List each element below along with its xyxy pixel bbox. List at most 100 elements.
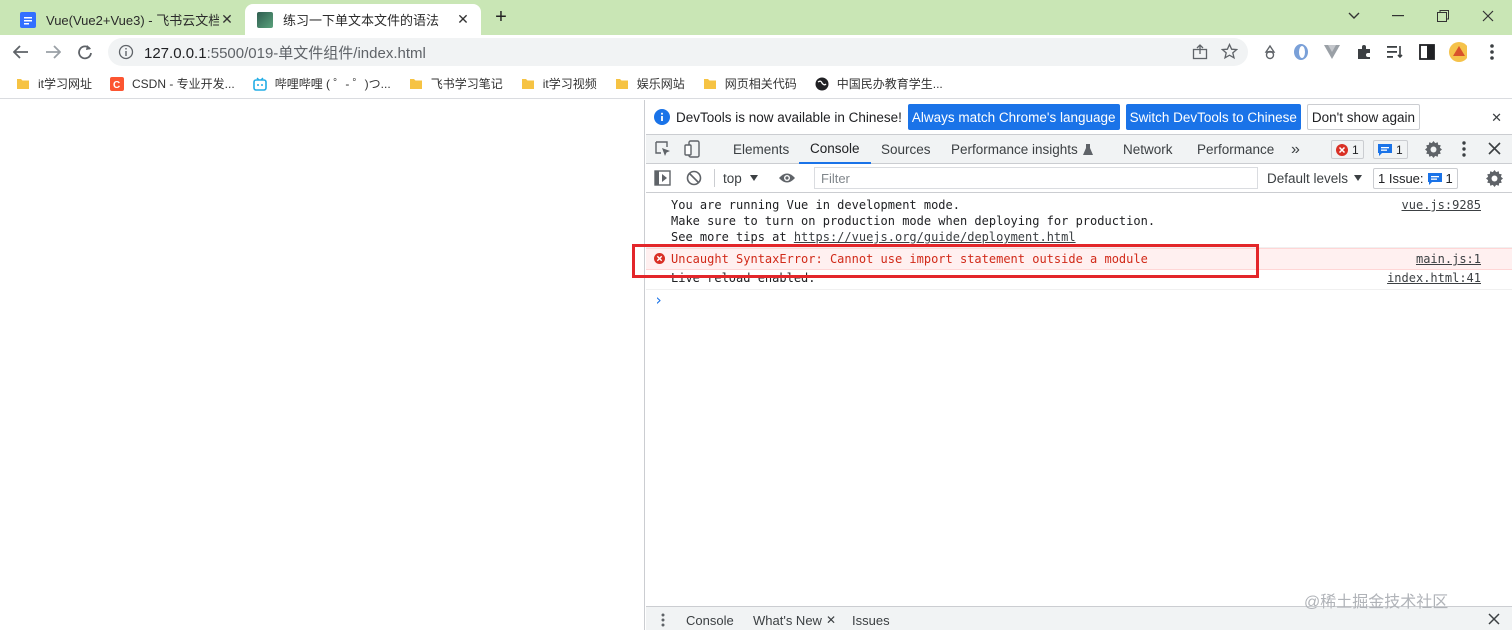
- folder-icon: [521, 78, 534, 89]
- new-tab-button[interactable]: +: [490, 7, 512, 28]
- reading-list-icon[interactable]: [1386, 43, 1404, 61]
- live-expression-eye-icon[interactable]: [778, 172, 796, 184]
- share-icon[interactable]: [1192, 44, 1208, 60]
- close-devtools-icon[interactable]: [1488, 142, 1501, 155]
- tab-title: 练习一下单文本文件的语法: [283, 13, 440, 28]
- folder-icon: [409, 78, 422, 89]
- tab-title: Vue(Vue2+Vue3) - 飞书云文档: [46, 13, 219, 28]
- close-tab-icon[interactable]: ✕: [219, 11, 235, 28]
- language-infobar: DevTools is now available in Chinese! Al…: [646, 100, 1512, 135]
- devtools-menu-icon[interactable]: [1462, 141, 1466, 157]
- tab-search-chevron-icon[interactable]: [1342, 6, 1366, 26]
- settings-gear-icon[interactable]: [1425, 141, 1442, 158]
- error-message: Uncaught SyntaxError: Cannot use import …: [671, 252, 1148, 266]
- tab-current-page[interactable]: 练习一下单文本文件的语法 ✕: [245, 4, 481, 35]
- bookmark-label: it学习视频: [542, 77, 597, 91]
- error-icon: [654, 253, 665, 264]
- issues-badge[interactable]: 1 Issue: 1: [1373, 168, 1458, 189]
- tab-sources[interactable]: Sources: [881, 135, 931, 164]
- back-button[interactable]: [10, 41, 32, 63]
- chrome-menu-icon[interactable]: [1483, 43, 1501, 61]
- toggle-sidebar-icon[interactable]: [654, 170, 671, 186]
- console-error-row: Uncaught SyntaxError: Cannot use import …: [646, 248, 1512, 270]
- clear-console-icon[interactable]: [686, 170, 702, 186]
- message-icon: [1378, 143, 1392, 156]
- tab-label: Performance insights: [951, 142, 1078, 157]
- bookmark-label: 网页相关代码: [724, 77, 797, 91]
- close-window-icon[interactable]: [1476, 6, 1500, 26]
- bookmark-label: it学习网址: [38, 77, 93, 91]
- tab-console[interactable]: Console: [799, 135, 871, 164]
- bookmark-label: 中国民办教育学生...: [836, 77, 943, 91]
- bookmark-entertainment[interactable]: 娱乐网站: [615, 75, 685, 92]
- drawer-tab-issues[interactable]: Issues: [852, 609, 890, 631]
- context-selector[interactable]: top: [723, 168, 758, 188]
- dropdown-arrow-icon: [749, 175, 758, 181]
- page-viewport: [0, 100, 645, 630]
- extensions-puzzle-icon[interactable]: [1355, 43, 1373, 61]
- device-toolbar-icon[interactable]: [684, 140, 700, 158]
- site-info-icon[interactable]: [118, 44, 134, 60]
- side-panel-icon[interactable]: [1418, 43, 1436, 61]
- log-levels-dropdown[interactable]: Default levels: [1267, 168, 1363, 188]
- restore-icon[interactable]: [1431, 6, 1455, 26]
- bookmark-bilibili[interactable]: 哔哩哔哩 ( ゜- ゜)つ...: [252, 75, 391, 92]
- drawer-tab-whats-new[interactable]: What's New ✕: [753, 609, 836, 631]
- message-count-badge[interactable]: 1: [1373, 140, 1408, 159]
- source-link[interactable]: main.js:1: [1416, 251, 1481, 267]
- tab-performance-insights[interactable]: Performance insights: [951, 135, 1093, 164]
- bookmarks-bar: it学习网址 C CSDN - 专业开发... 哔哩哔哩 ( ゜- ゜)つ...…: [0, 69, 1512, 99]
- tab-performance[interactable]: Performance: [1197, 135, 1274, 164]
- globe-icon: [815, 77, 829, 90]
- source-link[interactable]: vue.js:9285: [1402, 197, 1481, 213]
- close-infobar-icon[interactable]: ✕: [1491, 110, 1502, 126]
- bookmark-label: 娱乐网站: [636, 77, 685, 91]
- message-line: Live reload enabled.: [671, 271, 816, 285]
- message-line: Make sure to turn on production mode whe…: [671, 214, 1156, 228]
- bookmark-web-code[interactable]: 网页相关代码: [703, 75, 797, 92]
- close-drawer-tab-icon[interactable]: ✕: [826, 613, 836, 627]
- message-line: You are running Vue in development mode.: [671, 198, 960, 212]
- recycle-extension-icon[interactable]: [1261, 43, 1279, 61]
- inspect-element-icon[interactable]: [655, 141, 671, 157]
- tab-strip: Vue(Vue2+Vue3) - 飞书云文档 ✕ 练习一下单文本文件的语法 ✕ …: [0, 0, 1512, 35]
- bookmark-star-icon[interactable]: [1221, 43, 1238, 60]
- tab-network[interactable]: Network: [1123, 135, 1173, 164]
- drawer-menu-icon[interactable]: [661, 613, 665, 627]
- profile-avatar[interactable]: [1449, 42, 1467, 62]
- error-count-badge[interactable]: 1: [1331, 140, 1364, 159]
- bookmark-label: 哔哩哔哩 ( ゜- ゜)つ...: [274, 77, 391, 91]
- drawer-tab-console[interactable]: Console: [686, 609, 734, 631]
- console-settings-gear-icon[interactable]: [1486, 170, 1503, 187]
- vue-deployment-link[interactable]: https://vuejs.org/guide/deployment.html: [794, 230, 1076, 244]
- vue-devtools-icon[interactable]: [1323, 43, 1341, 61]
- error-icon: [1336, 143, 1348, 156]
- close-drawer-icon[interactable]: [1488, 613, 1500, 625]
- always-match-language-button[interactable]: Always match Chrome's language: [907, 104, 1120, 130]
- dont-show-again-button[interactable]: Don't show again: [1306, 104, 1421, 130]
- close-tab-icon[interactable]: ✕: [455, 11, 471, 28]
- bookmark-it-links[interactable]: it学习网址: [16, 75, 92, 92]
- bookmark-label: CSDN - 专业开发...: [132, 77, 235, 91]
- tab-feishu-doc[interactable]: Vue(Vue2+Vue3) - 飞书云文档 ✕: [8, 4, 245, 35]
- info-icon: [654, 109, 670, 125]
- more-tabs-button[interactable]: »: [1291, 135, 1300, 164]
- source-link[interactable]: index.html:41: [1387, 270, 1481, 286]
- bookmark-education[interactable]: 中国民办教育学生...: [815, 75, 943, 92]
- blue-extension-icon[interactable]: [1292, 43, 1310, 61]
- bookmark-it-videos[interactable]: it学习视频: [521, 75, 597, 92]
- minimize-icon[interactable]: [1386, 6, 1410, 26]
- console-prompt[interactable]: ›: [654, 291, 663, 309]
- bookmark-csdn[interactable]: C CSDN - 专业开发...: [110, 75, 235, 92]
- bilibili-icon: [252, 77, 267, 91]
- devtools-panel: DevTools is now available in Chinese! Al…: [646, 100, 1512, 630]
- console-output: You are running Vue in development mode.…: [646, 193, 1512, 606]
- address-bar[interactable]: 127.0.0.1:5500/019-单文件组件/index.html: [108, 38, 1248, 66]
- switch-to-chinese-button[interactable]: Switch DevTools to Chinese: [1125, 104, 1301, 130]
- bookmark-feishu-notes[interactable]: 飞书学习笔记: [409, 75, 503, 92]
- forward-button[interactable]: [42, 41, 64, 63]
- experiment-flask-icon: [1082, 143, 1093, 155]
- tab-elements[interactable]: Elements: [733, 135, 789, 164]
- console-filter-input[interactable]: Filter: [814, 167, 1258, 189]
- reload-button[interactable]: [74, 41, 96, 63]
